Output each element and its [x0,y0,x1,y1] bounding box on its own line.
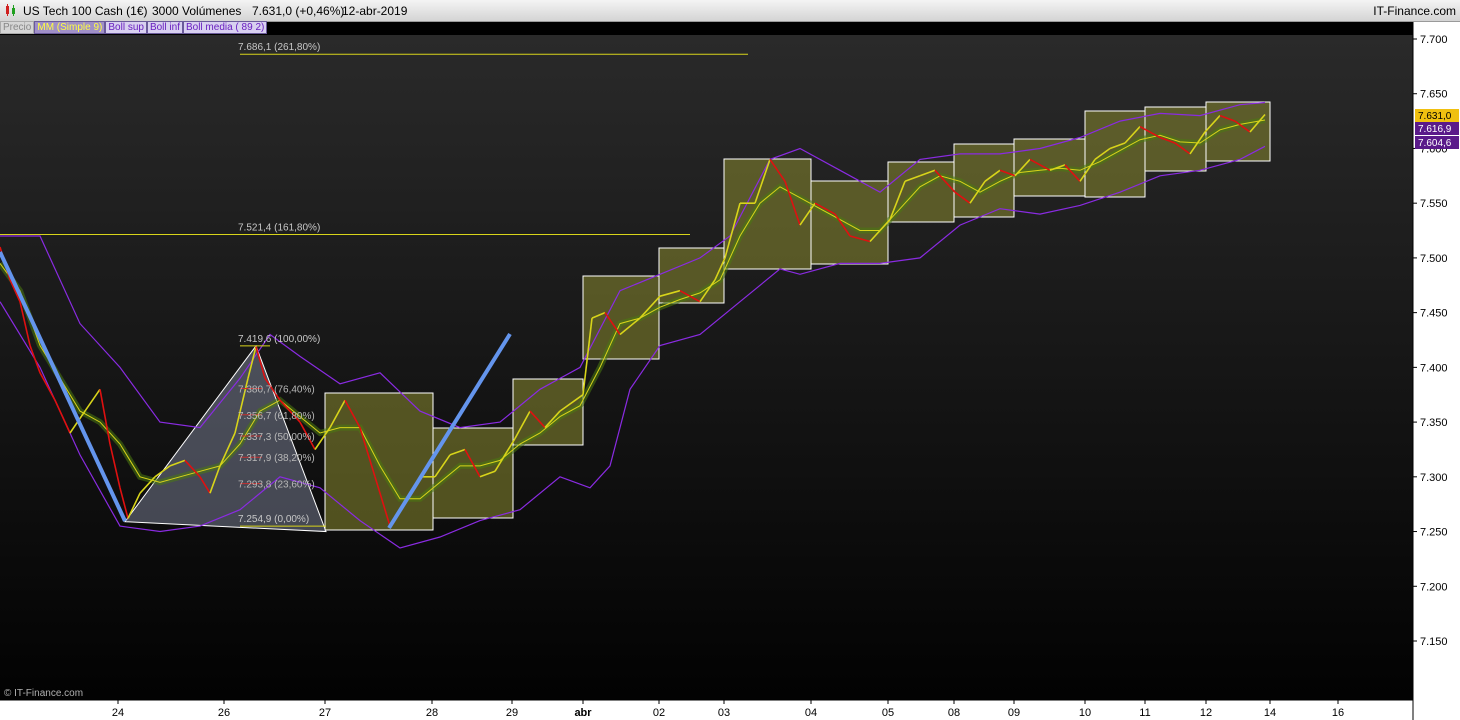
x-tick-label: 24 [112,707,124,719]
y-tick-label: 7.300 [1420,472,1448,484]
fib-label: 7.419,6 (100,00%) [238,334,320,345]
y-tick-label: 7.500 [1420,253,1448,265]
volume-label: 3000 Volúmenes [152,4,242,18]
price-chart[interactable]: 7.686,1 (261,80%) 7.521,4 (161,80%) 7.419,… [0,0,1460,720]
chart-date: 12-abr-2019 [342,4,408,18]
x-tick-label: 12 [1200,707,1212,719]
x-tick-label: 11 [1139,707,1150,719]
legend-boll-media[interactable]: Boll media ( 89 2) [182,21,268,34]
brand-label: IT-Finance.com [1373,4,1456,18]
y-tick-label: 7.200 [1420,581,1448,593]
x-tick-label: 10 [1079,707,1091,719]
fib-retrace-label: 7.337,3 (50,00%) [238,432,315,443]
x-tick-label: 03 [718,707,730,719]
x-tick-label: 09 [1008,707,1020,719]
y-tick-label: 7.650 [1420,89,1448,101]
y-tick-label: 7.550 [1420,198,1448,210]
fib-retrace-label: 7.317,9 (38,20%) [238,453,315,464]
legend-boll-inf[interactable]: Boll inf [146,21,183,34]
x-tick-label: 08 [948,707,960,719]
y-tick-label: 7.450 [1420,308,1448,320]
fib-label: 7.254,9 (0,00%) [238,514,309,525]
watermark: © IT-Finance.com [4,688,84,699]
fib-label: 7.686,1 (261,80%) [238,42,320,53]
y-tick-label: 7.150 [1420,636,1448,648]
y-tick-label: 7.400 [1420,362,1448,374]
x-tick-label: 26 [218,707,230,719]
legend-sma[interactable]: MM (Simple 9) [34,21,106,34]
x-tick-label: 02 [653,707,665,719]
y-tick-label: 7.250 [1420,527,1448,539]
fib-retrace-label: 7.356,7 (61,80%) [238,411,315,422]
upper-band-tag: 7.616,9 [1418,124,1452,135]
x-tick-label: 05 [882,707,894,719]
indicator-legend: Precio MM (Simple 9) Boll sup Boll inf Boll … [0,21,268,35]
x-tick-label: 14 [1264,707,1276,719]
fib-label: 7.521,4 (161,80%) [238,222,320,233]
x-tick-label: 27 [319,707,331,719]
x-tick-label: abr [574,707,592,719]
legend-price[interactable]: Precio [0,21,35,34]
x-tick-label: 16 [1332,707,1344,719]
x-tick-label: 04 [805,707,817,719]
candlestick-icon [6,4,15,16]
y-tick-label: 7.350 [1420,417,1448,429]
fib-retrace-label: 7.380,7 (76,40%) [238,384,315,395]
y-tick-label: 7.700 [1420,34,1448,46]
last-price-tag: 7.631,0 [1418,111,1452,122]
chart-title-bar: US Tech 100 Cash (1€) 3000 Volúmenes 7.6… [0,0,1460,22]
fib-retrace-label: 7.293,8 (23,60%) [238,480,315,491]
price-tags: 7.616,9 7.604,6 7.631,0 [1415,109,1459,149]
price-change: 7.631,0 (+0,46%) [252,4,345,18]
x-tick-label: 28 [426,707,438,719]
legend-boll-sup[interactable]: Boll sup [105,21,147,34]
instrument-name: US Tech 100 Cash (1€) [23,4,148,18]
lower-band-tag: 7.604,6 [1418,138,1452,149]
x-tick-label: 29 [506,707,518,719]
